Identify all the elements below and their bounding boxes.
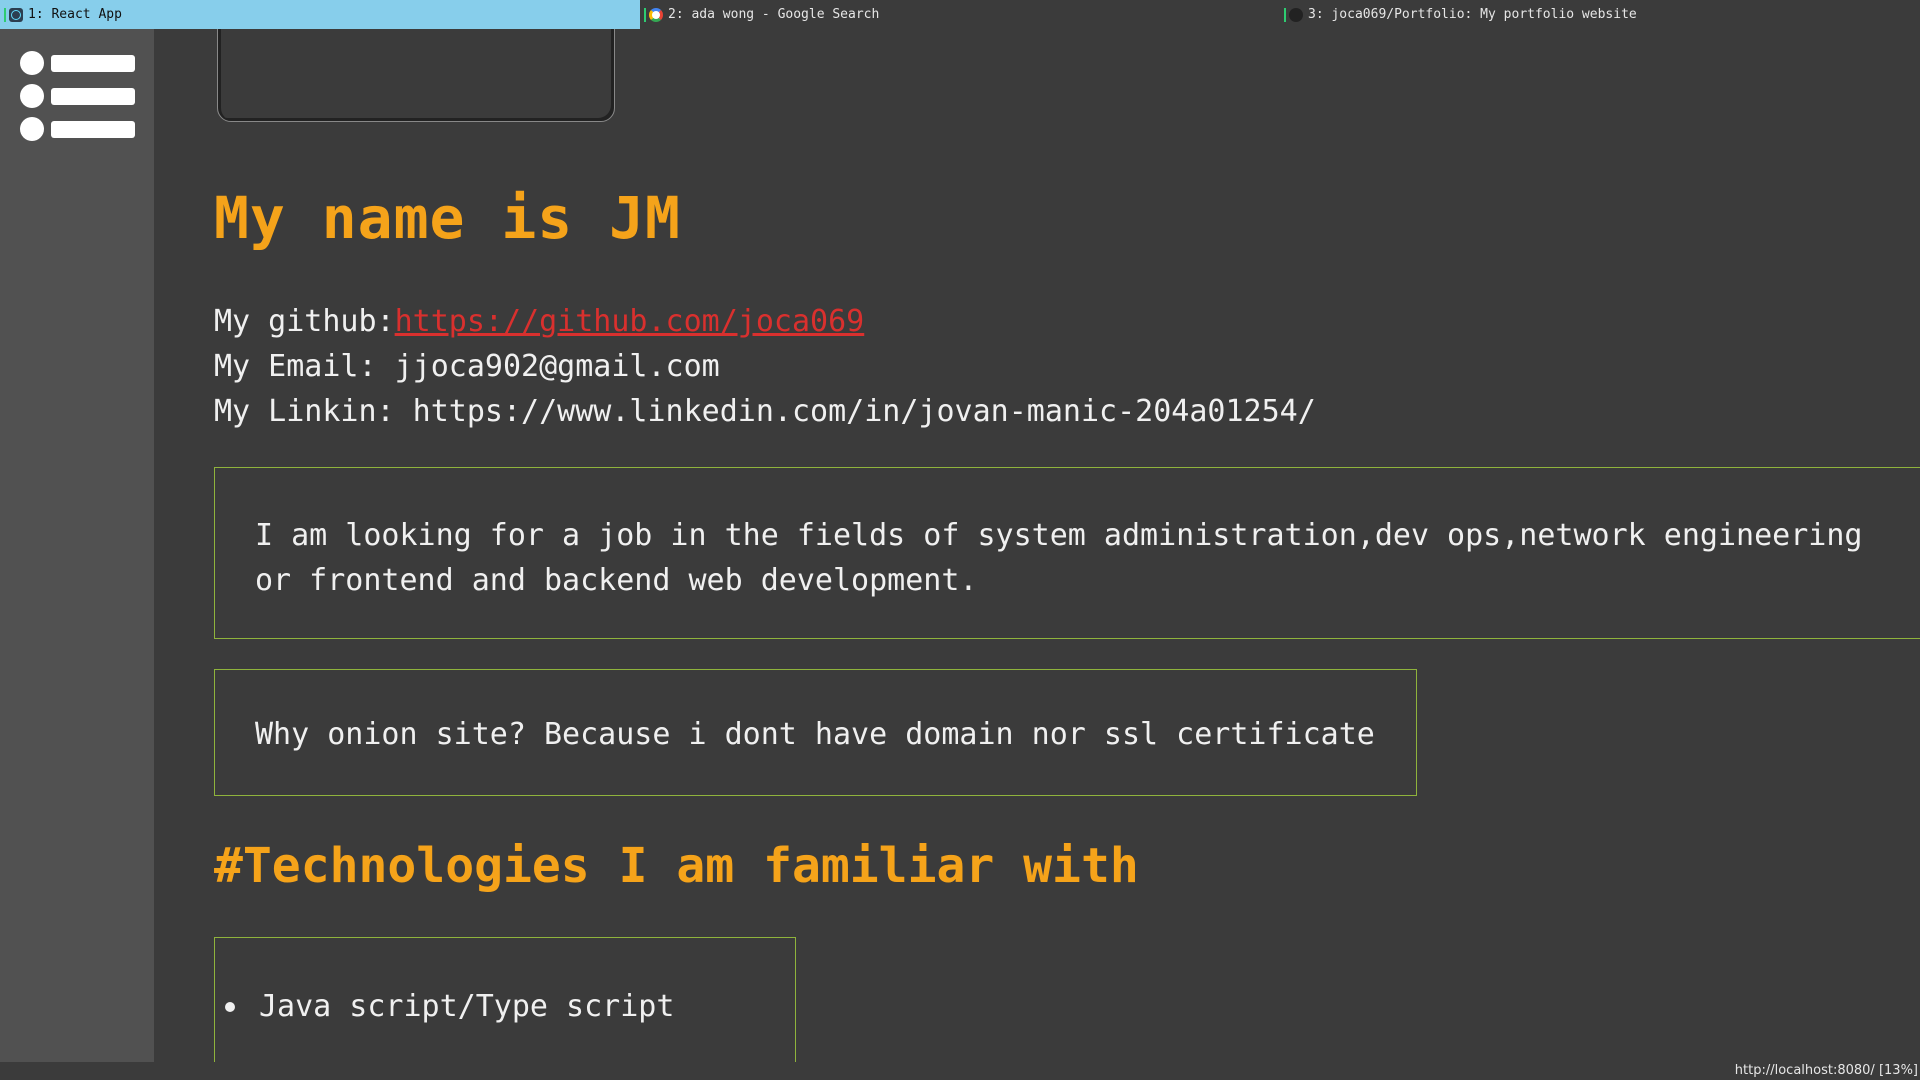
tab-label: 3: joca069/Portfolio: My portfolio websi… <box>1308 7 1637 22</box>
list-item: Java script/Type script <box>225 984 795 1029</box>
bullet-icon <box>225 1001 235 1012</box>
tab-indicator <box>644 7 646 22</box>
github-link[interactable]: https://github.com/joca069 <box>395 304 865 339</box>
status-text: http://localhost:8080/ [13%] <box>1735 1063 1918 1078</box>
menu-line <box>51 120 135 138</box>
email-line: My Email: jjoca902@gmail.com <box>214 349 720 384</box>
scroll-percent: [13%] <box>1878 1063 1918 1078</box>
tab-indicator <box>1284 7 1286 22</box>
job-statement-box: I am looking for a job in the fields of … <box>214 467 1920 639</box>
technologies-list: Java script/Type script <box>225 984 795 1029</box>
menu-dot <box>20 84 44 108</box>
menu-row <box>20 84 135 108</box>
react-icon <box>9 7 23 22</box>
tab-label: 1: React App <box>28 7 122 22</box>
job-statement-text: I am looking for a job in the fields of … <box>255 518 1863 598</box>
github-icon <box>1289 7 1303 22</box>
technologies-box: Java script/Type script <box>214 937 796 1062</box>
google-icon <box>649 7 663 22</box>
menu-line <box>51 87 135 105</box>
sidebar <box>0 29 154 1062</box>
profile-image-frame <box>217 29 615 122</box>
status-url: http://localhost:8080/ <box>1734 1063 1875 1078</box>
onion-note-text: Why onion site? Because i dont have doma… <box>255 717 1375 752</box>
status-bar: http://localhost:8080/ [13%] <box>0 1062 1920 1080</box>
technology-label: Java script/Type script <box>259 989 675 1024</box>
github-line: My github:https://github.com/joca069 <box>214 304 864 339</box>
main-content: My name is JM My github:https://github.c… <box>154 29 1920 1062</box>
linkedin-line: My Linkin: https://www.linkedin.com/in/j… <box>214 394 1316 429</box>
tab-google-search[interactable]: 2: ada wong - Google Search <box>640 0 1280 29</box>
menu-dot <box>20 117 44 141</box>
menu-line <box>51 54 135 72</box>
github-label: My github: <box>214 304 395 339</box>
tab-github-portfolio[interactable]: 3: joca069/Portfolio: My portfolio websi… <box>1280 0 1920 29</box>
browser-tab-bar: 1: React App 2: ada wong - Google Search… <box>0 0 1920 29</box>
onion-note-box: Why onion site? Because i dont have doma… <box>214 669 1417 796</box>
menu-row <box>20 117 135 141</box>
page-title: My name is JM <box>214 184 681 252</box>
menu-dot <box>20 51 44 75</box>
menu-row <box>20 51 135 75</box>
tab-react-app[interactable]: 1: React App <box>0 0 640 29</box>
tab-indicator <box>4 7 6 22</box>
technologies-heading: #Technologies I am familiar with <box>214 838 1139 894</box>
tab-label: 2: ada wong - Google Search <box>668 7 880 22</box>
